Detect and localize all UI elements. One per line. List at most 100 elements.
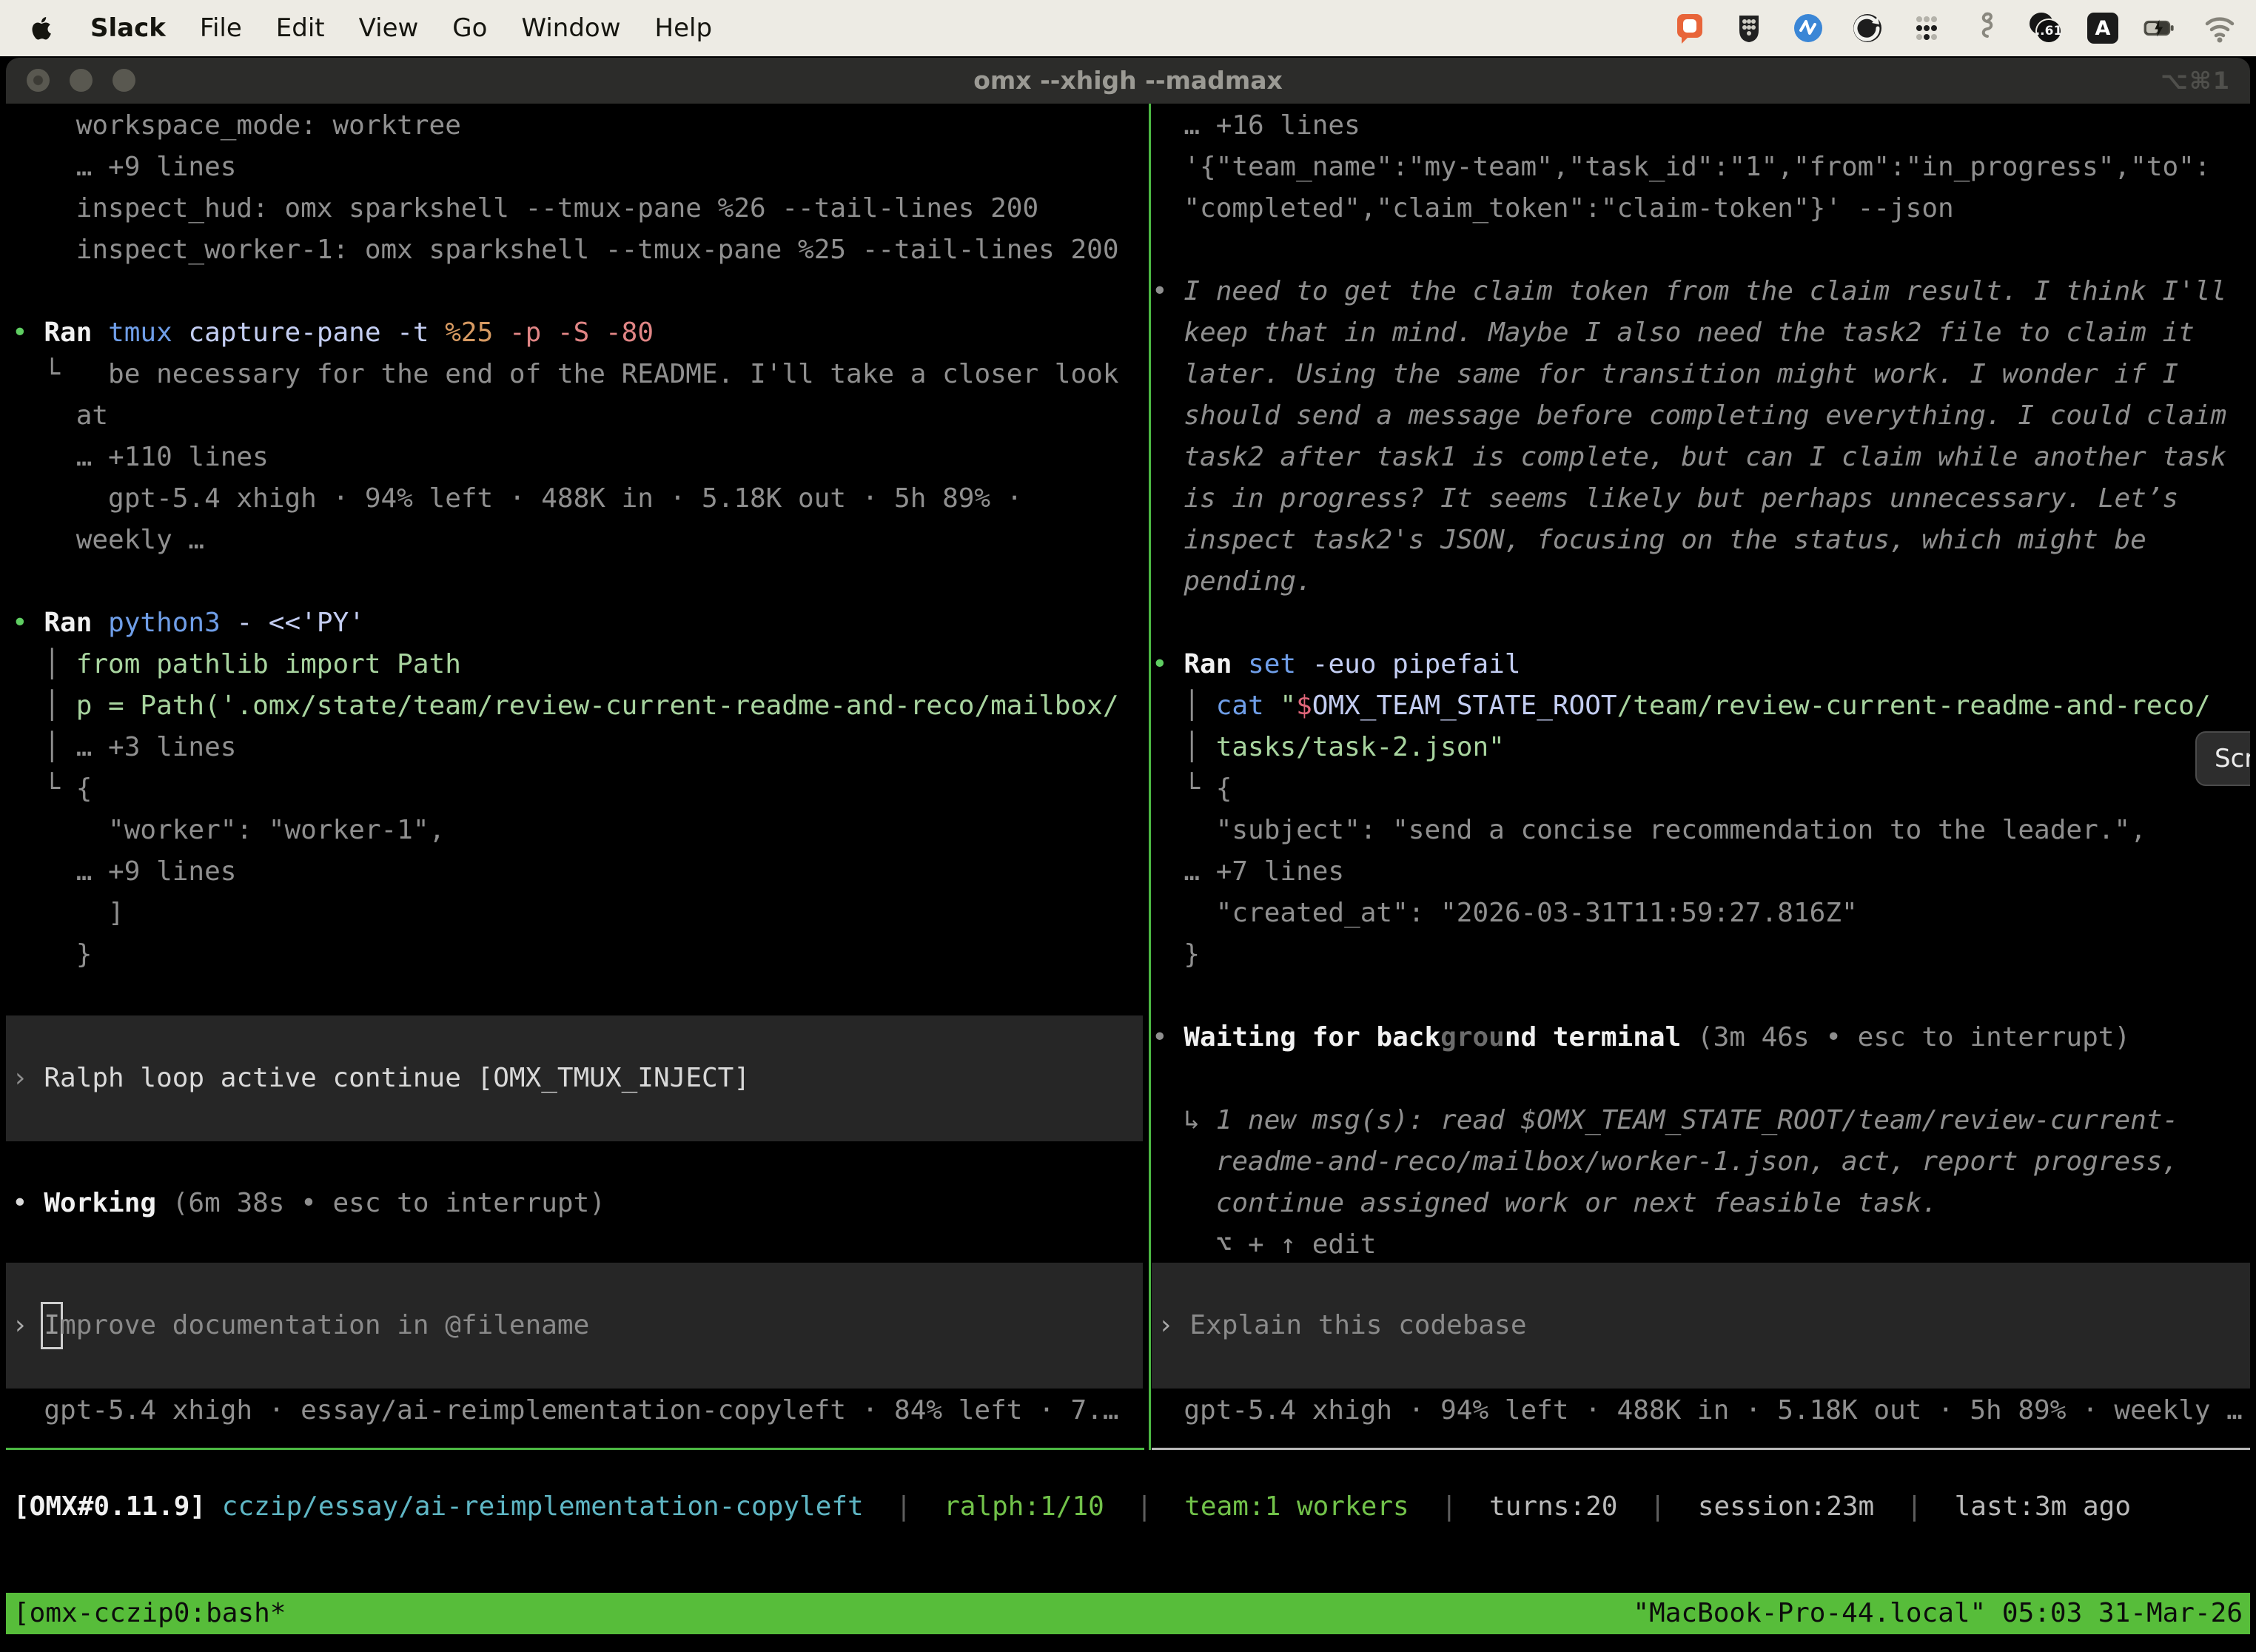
terminal-text-segment: '{"team_name":"my-team","task_id":"1","f…: [1152, 152, 2210, 182]
terminal-line: keep that in mind. Maybe I also need the…: [1152, 312, 2250, 354]
terminal-line: later. Using the same for transition mig…: [1152, 354, 2250, 395]
title-bar[interactable]: omx --xhigh --madmax ⌥⌘1: [6, 58, 2250, 104]
menu-item-app[interactable]: Slack: [90, 13, 166, 43]
menu-item-window[interactable]: Window: [521, 13, 620, 43]
wifi-icon[interactable]: [2203, 11, 2237, 45]
dots-grid-icon[interactable]: [1910, 11, 1944, 45]
terminal-text-segment: capture-pane: [188, 318, 397, 348]
terminal-text-segment: last:3m ago: [1955, 1491, 2131, 1522]
tmux-session-window[interactable]: [omx-cczip0:bash*: [13, 1593, 286, 1634]
terminal-line: '{"team_name":"my-team","task_id":"1","f…: [1152, 147, 2250, 188]
menu-item-edit[interactable]: Edit: [276, 13, 325, 43]
right-pane-status-line: gpt-5.4 xhigh · 94% left · 488K in · 5.1…: [1152, 1390, 2243, 1431]
terminal-line: • Ran set -euo pipefail: [1152, 644, 2250, 685]
terminal-line: }: [1152, 934, 2250, 976]
input-placeholder: mprove documentation in @filename: [60, 1310, 589, 1340]
terminal-line: weekly …: [12, 520, 1144, 561]
terminal-text-segment: task2 after task1 is complete, but can I…: [1184, 442, 2226, 472]
terminal-text-segment: - <<'PY': [236, 608, 364, 638]
terminal-text-segment: /team/review-current-readme-and-reco/: [1617, 691, 2211, 721]
terminal-line: task2 after task1 is complete, but can I…: [1152, 437, 2250, 478]
terminal-text-segment: |: [1617, 1491, 1697, 1522]
terminal-text-segment: (3m 46s • esc to interrupt): [1697, 1022, 2130, 1052]
terminal-text-segment: keep that in mind. Maybe I also need the…: [1184, 318, 2194, 348]
terminal-line: └ {: [1152, 768, 2250, 810]
terminal-text-segment: -t: [397, 318, 445, 348]
terminal-text-segment: }: [12, 939, 92, 970]
right-pane-scrollback: … +16 lines '{"team_name":"my-team","tas…: [1152, 105, 2250, 1266]
battery-charging-icon[interactable]: [2143, 11, 2178, 45]
terminal-text-segment: grou: [1440, 1022, 1505, 1052]
terminal-text-segment: ]: [12, 898, 124, 928]
terminal-line: continue assigned work or next feasible …: [1152, 1183, 2250, 1224]
terminal-line: "created_at": "2026-03-31T11:59:27.816Z": [1152, 893, 2250, 934]
terminal-line: … +16 lines: [1152, 105, 2250, 147]
terminal-text-segment: Waiting for back: [1184, 1022, 1440, 1052]
terminal-text-segment: ralph:1/10: [944, 1491, 1104, 1522]
terminal-text-segment: inspect_hud: omx sparkshell --tmux-pane …: [12, 193, 1038, 224]
terminal-text-segment: … +7 lines: [1152, 856, 1344, 887]
refresh-icon[interactable]: [1850, 11, 1884, 45]
terminal-text-segment: [OMX#0.11.9]: [13, 1491, 206, 1522]
terminal-text-segment: … +9 lines: [12, 152, 236, 182]
terminal-line: │ from pathlib import Path: [12, 644, 1144, 685]
terminal-text-segment: ⌥ + ↑ edit: [1152, 1229, 1376, 1260]
terminal-text-segment: at: [12, 400, 108, 431]
shield-icon[interactable]: [1732, 11, 1766, 45]
timer-badge-text: ..61: [2035, 19, 2062, 44]
terminal-text-segment: is in progress? It seems likely but perh…: [1184, 483, 2178, 514]
window-title: omx --xhigh --madmax: [6, 58, 2250, 104]
terminal-line: › Ralph loop active continue [OMX_TMUX_I…: [12, 1058, 750, 1099]
squiggle-icon[interactable]: [1969, 11, 2003, 45]
menu-bar: Slack File Edit View Go Window Help: [0, 0, 2256, 56]
terminal-text-segment: Ran: [1184, 649, 1248, 679]
terminal-line: at: [12, 395, 1144, 437]
terminal-text-segment: Working: [44, 1188, 172, 1218]
terminal-line: inspect_hud: omx sparkshell --tmux-pane …: [12, 188, 1144, 229]
terminal-line: [1152, 1058, 2250, 1100]
tmux-status-bar: [omx-cczip0:bash* "MacBook-Pro-44.local"…: [6, 1593, 2250, 1634]
window-shortcut-hint: ⌥⌘1: [2161, 58, 2231, 104]
terminal-text-segment: pending.: [1184, 566, 1312, 597]
terminal-text-segment: session:23m: [1698, 1491, 1874, 1522]
terminal-text-segment: Ran: [44, 318, 108, 348]
terminal-text-segment: be necessary for the end of the README. …: [60, 359, 1118, 389]
right-prompt-input[interactable]: › Explain this codebase: [1152, 1263, 2250, 1389]
input-source-icon[interactable]: A: [2087, 13, 2118, 44]
timer-badge-icon[interactable]: ..61: [2028, 11, 2062, 45]
terminal-text-segment: -80: [605, 318, 654, 348]
terminal-text-segment: continue assigned work or next feasible …: [1216, 1188, 1938, 1218]
terminal-line: is in progress? It seems likely but perh…: [1152, 478, 2250, 520]
terminal-text-segment: set: [1248, 649, 1312, 679]
pane-divider[interactable]: [1149, 104, 1151, 1450]
terminal-line: pending.: [1152, 561, 2250, 602]
terminal-text-segment: readme-and-reco/mailbox/worker-1.json, a…: [1216, 1146, 2178, 1177]
screen: Slack File Edit View Go Window Help: [0, 0, 2256, 1652]
terminal-text-segment: Ralph loop active continue [OMX_TMUX_INJ…: [44, 1063, 750, 1093]
terminal-text-segment: … +16 lines: [1152, 110, 1360, 141]
terminal-text-segment: later. Using the same for transition mig…: [1184, 359, 2178, 389]
terminal-text-segment: … +9 lines: [12, 856, 236, 887]
chat-badge-icon[interactable]: [1673, 11, 1707, 45]
terminal-text-segment: •: [12, 1188, 44, 1218]
terminal-text-segment: I need to get the claim token from the c…: [1184, 276, 2226, 306]
terminal-content: workspace_mode: worktree … +9 lines insp…: [6, 104, 2250, 1652]
terminal-line: ↳ 1 new msg(s): read $OMX_TEAM_STATE_ROO…: [1152, 1100, 2250, 1141]
terminal-line: readme-and-reco/mailbox/worker-1.json, a…: [1152, 1141, 2250, 1183]
menu-item-file[interactable]: File: [200, 13, 242, 43]
terminal-line: • Ran python3 - <<'PY': [12, 602, 1144, 644]
menu-item-view[interactable]: View: [359, 13, 419, 43]
pulse-icon[interactable]: [1791, 11, 1825, 45]
terminal-line: [1152, 602, 2250, 644]
terminal-text-segment: •: [1152, 649, 1184, 679]
terminal-text-segment: Ran: [44, 608, 108, 638]
terminal-text-segment: … +110 lines: [12, 442, 269, 472]
terminal-line: should send a message before completing …: [1152, 395, 2250, 437]
apple-menu-icon[interactable]: [30, 15, 56, 41]
left-prompt-input[interactable]: › Improve documentation in @filename: [6, 1263, 1143, 1389]
terminal-line: "subject": "send a concise recommendatio…: [1152, 810, 2250, 851]
menu-item-help[interactable]: Help: [655, 13, 713, 43]
terminal-text-segment: │: [12, 691, 76, 721]
menu-item-go[interactable]: Go: [452, 13, 487, 43]
terminal-text-segment: %25: [445, 318, 509, 348]
